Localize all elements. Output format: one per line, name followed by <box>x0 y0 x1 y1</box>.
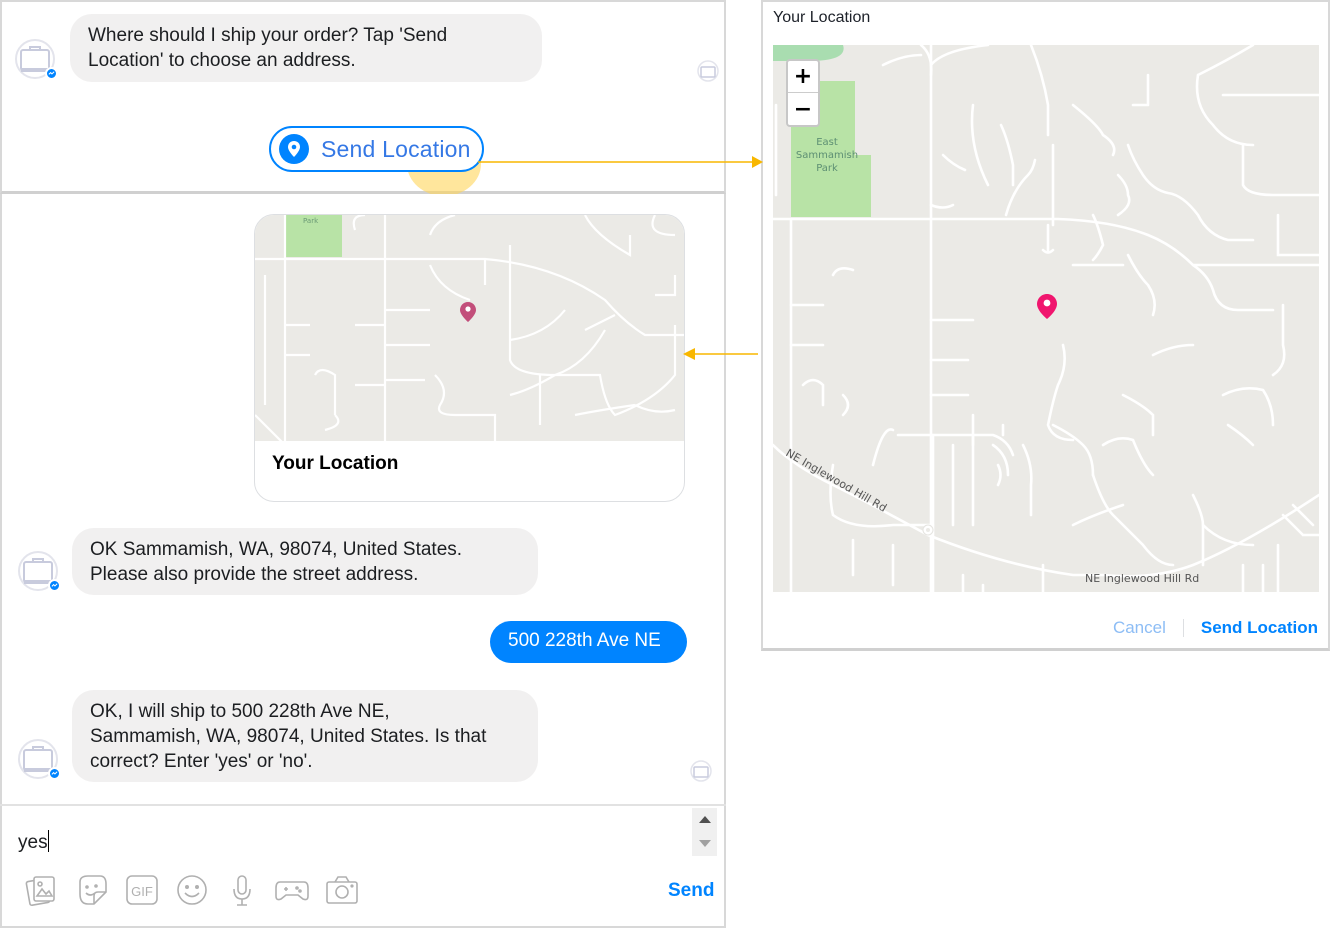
park-label: East <box>816 137 838 148</box>
location-card-map[interactable]: Park <box>255 215 685 441</box>
map-zoom-control: + − <box>786 59 820 127</box>
message-input[interactable]: yes <box>18 830 49 854</box>
messenger-badge-icon <box>48 579 61 592</box>
location-pin-icon <box>279 134 309 164</box>
cancel-button[interactable]: Cancel <box>1113 618 1166 638</box>
send-location-quick-reply[interactable]: Send Location <box>269 126 484 172</box>
composer-divider <box>0 804 726 806</box>
bot-avatar[interactable] <box>17 550 61 592</box>
actions-divider <box>1182 619 1184 637</box>
messenger-badge-icon <box>48 767 61 780</box>
park-label: Park <box>303 217 319 225</box>
user-message-bubble: 500 228th Ave NE <box>490 621 687 663</box>
send-button[interactable]: Send <box>668 880 714 902</box>
composer-scrollbar[interactable] <box>692 808 717 856</box>
bot-message-bubble: Where should I ship your order? Tap 'Sen… <box>70 14 542 82</box>
quick-reply-label: Send Location <box>321 135 471 162</box>
location-picker-map[interactable]: East Sammamish Park NE Inglewood Hill Rd… <box>773 45 1319 592</box>
bot-message-bubble: OK Sammamish, WA, 98074, United States. … <box>72 528 538 595</box>
location-card-message[interactable]: Park Your Location <box>254 214 685 502</box>
dialog-title: Your Location <box>773 9 871 26</box>
map-canvas[interactable]: East Sammamish Park NE Inglewood Hill Rd… <box>773 45 1319 592</box>
composer-toolbar: GIF <box>24 872 374 908</box>
sticker-icon[interactable] <box>74 872 110 908</box>
photo-icon[interactable] <box>24 872 60 908</box>
scroll-up-arrow-icon[interactable] <box>699 816 711 823</box>
gif-text: GIF <box>131 884 153 899</box>
location-picker-dialog: Your Location East Sammamish Park NE Ing… <box>761 0 1330 651</box>
text-caret <box>47 830 49 852</box>
park-label: Park <box>816 163 838 174</box>
bot-message-bubble: OK, I will ship to 500 228th Ave NE, Sam… <box>72 690 538 782</box>
location-card-title: Your Location <box>272 453 399 474</box>
message-text-line: Sammamish, WA, 98074, United States. Is … <box>90 726 487 747</box>
message-text: 500 228th Ave NE <box>508 630 661 651</box>
message-input-value: yes <box>18 832 48 853</box>
park-label: Sammamish <box>796 150 858 161</box>
bot-avatar[interactable] <box>17 738 61 780</box>
message-text-line: OK Sammamish, WA, 98074, United States. <box>90 539 463 560</box>
microphone-icon[interactable] <box>224 872 260 908</box>
read-receipt-icon <box>690 760 712 782</box>
message-text-line: Location' to choose an address. <box>88 50 356 71</box>
gif-icon[interactable]: GIF <box>124 872 160 908</box>
messenger-badge-icon <box>45 67 58 80</box>
message-text-line: correct? Enter 'yes' or 'no'. <box>90 751 313 772</box>
dialog-actions: Cancel Send Location <box>1113 618 1318 638</box>
send-location-button[interactable]: Send Location <box>1201 618 1318 638</box>
chat-conversation: Park Your Location OK Sammamish, WA, 980… <box>0 194 726 928</box>
message-text-line: Please also provide the street address. <box>90 564 419 585</box>
chat-upper-panel: Where should I ship your order? Tap 'Sen… <box>0 0 726 196</box>
bot-avatar[interactable] <box>14 38 58 80</box>
emoji-icon[interactable] <box>174 872 210 908</box>
zoom-in-button[interactable]: + <box>788 61 818 93</box>
camera-icon[interactable] <box>324 872 360 908</box>
zoom-out-button[interactable]: − <box>788 93 818 125</box>
message-text-line: OK, I will ship to 500 228th Ave NE, <box>90 701 390 722</box>
message-text-line: Where should I ship your order? Tap 'Sen… <box>88 25 448 46</box>
game-controller-icon[interactable] <box>274 872 310 908</box>
scroll-down-arrow-icon[interactable] <box>699 840 711 847</box>
read-receipt-icon <box>697 60 719 82</box>
road-label: NE Inglewood Hill Rd <box>1085 572 1199 585</box>
